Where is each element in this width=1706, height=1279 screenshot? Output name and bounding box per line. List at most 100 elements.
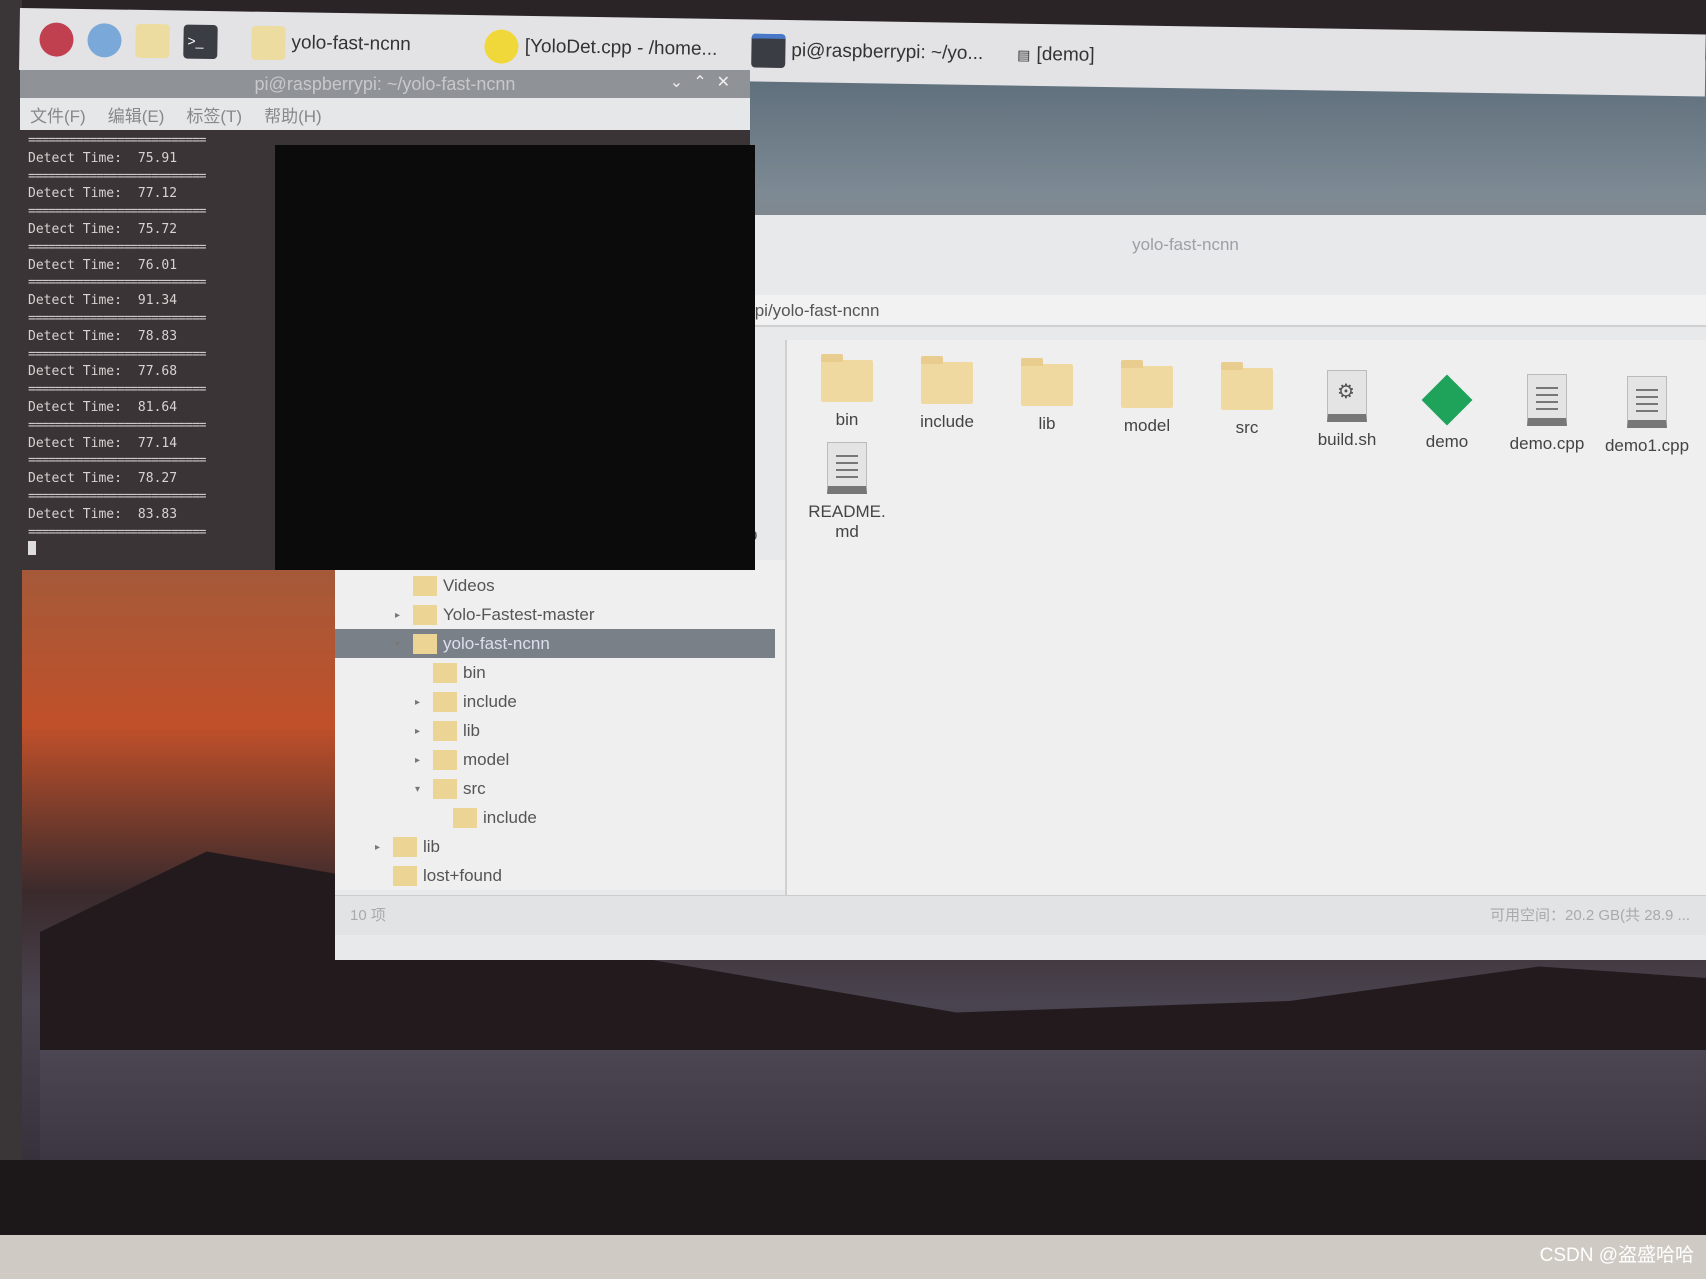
folder-icon bbox=[393, 837, 417, 857]
file-item[interactable]: include bbox=[897, 356, 997, 432]
folder-icon bbox=[1021, 358, 1073, 406]
task-geany[interactable]: [YoloDet.cpp - /home... bbox=[484, 29, 718, 67]
task-demo[interactable]: ▤ [demo] bbox=[1017, 44, 1095, 67]
folder-icon bbox=[821, 354, 873, 402]
watermark: CSDN @盗盛哈哈 bbox=[1539, 1245, 1694, 1266]
tree-label: yolo-fast-ncnn bbox=[443, 634, 550, 653]
folder-icon bbox=[413, 634, 437, 654]
detect-time-label: Detect Time: bbox=[28, 364, 122, 380]
file-item[interactable]: demo bbox=[1397, 372, 1497, 452]
task-label: [YoloDet.cpp - /home... bbox=[524, 35, 718, 60]
folder-icon bbox=[433, 692, 457, 712]
raspberry-menu-icon[interactable] bbox=[39, 22, 74, 57]
detect-time-label: Detect Time: bbox=[28, 471, 122, 487]
monitor-bezel bbox=[0, 0, 22, 1200]
terminal-cursor bbox=[28, 541, 36, 556]
tree-label: src bbox=[463, 779, 486, 798]
tree-item[interactable]: Videos bbox=[395, 572, 495, 600]
tree-item[interactable]: ▸ include bbox=[415, 688, 517, 716]
expander-icon[interactable]: ▸ bbox=[415, 697, 427, 708]
detect-time-label: Detect Time: bbox=[28, 435, 122, 451]
detect-time-value: 77.68 bbox=[137, 364, 178, 380]
task-terminal[interactable]: pi@raspberrypi: ~/yo... bbox=[751, 33, 983, 71]
detect-time-label: Detect Time: bbox=[28, 150, 122, 166]
detect-time-value: 78.27 bbox=[137, 471, 178, 487]
folder-icon bbox=[921, 356, 973, 404]
menu-help[interactable]: 帮助(H) bbox=[264, 102, 322, 127]
detect-time-value: 77.14 bbox=[137, 435, 178, 451]
status-free-space: 可用空间：20.2 GB(共 28.9 ... bbox=[1490, 907, 1691, 924]
tree-label: lib bbox=[463, 721, 481, 740]
expander-icon[interactable]: ▸ bbox=[395, 610, 407, 621]
folder-icon bbox=[1121, 360, 1173, 408]
desk bbox=[0, 1235, 1706, 1279]
tree-item[interactable]: ▾ src bbox=[415, 775, 486, 803]
detect-time-value: 77.12 bbox=[137, 186, 178, 202]
terminal-launcher-icon[interactable]: >_ bbox=[183, 24, 218, 60]
detect-time-label: Detect Time: bbox=[28, 399, 122, 415]
expander-icon[interactable]: ▸ bbox=[415, 755, 427, 766]
tree-item[interactable]: ▾ yolo-fast-ncnn bbox=[395, 630, 550, 658]
file-item[interactable]: demo.cpp bbox=[1497, 374, 1597, 454]
menu-file[interactable]: 文件(F) bbox=[30, 102, 86, 127]
browser-icon[interactable] bbox=[87, 23, 122, 58]
detect-time-label: Detect Time: bbox=[28, 293, 122, 309]
window-controls[interactable]: ⌄⌃✕ bbox=[670, 72, 740, 92]
tree-label: Yolo-Fastest-master bbox=[443, 605, 595, 624]
file-name: bin bbox=[835, 410, 859, 429]
file-name: demo1.cpp bbox=[1604, 436, 1690, 455]
text-file-icon bbox=[1527, 374, 1567, 426]
file-item[interactable]: demo1.cpp bbox=[1597, 376, 1697, 456]
path-bar[interactable]: /pi/yolo-fast-ncnn bbox=[745, 295, 1706, 327]
file-item[interactable]: ⚙ build.sh bbox=[1297, 370, 1397, 450]
detect-time-label: Detect Time: bbox=[28, 506, 122, 522]
folder-icon bbox=[393, 866, 417, 886]
tree-item[interactable]: ▸ model bbox=[415, 746, 509, 774]
file-item[interactable]: model bbox=[1097, 360, 1197, 436]
folder-icon bbox=[453, 808, 477, 828]
videos-folder-icon bbox=[413, 576, 437, 596]
file-name: demo bbox=[1425, 432, 1469, 451]
folder-icon bbox=[433, 663, 457, 683]
task-label: yolo-fast-ncnn bbox=[291, 32, 411, 56]
monitor-bezel-bottom bbox=[0, 1160, 1706, 1240]
expander-icon[interactable]: ▸ bbox=[415, 726, 427, 737]
detect-time-label: Detect Time: bbox=[28, 328, 122, 344]
directory-tree: Videos ▸ Yolo-Fastest-master ▾ yolo-fast-ncn… bbox=[335, 560, 785, 890]
file-name: model bbox=[1123, 416, 1171, 435]
file-name: build.sh bbox=[1317, 430, 1377, 449]
script-gear-icon: ⚙ bbox=[1327, 370, 1367, 422]
menu-edit[interactable]: 编辑(E) bbox=[108, 102, 165, 127]
file-item[interactable]: bin bbox=[797, 354, 897, 430]
tree-label: bin bbox=[463, 663, 486, 682]
detect-time-value: 76.01 bbox=[137, 257, 178, 273]
executable-icon bbox=[1421, 374, 1473, 426]
terminal-window: pi@raspberrypi: ~/yolo-fast-ncnn ⌄⌃✕ 文件(… bbox=[20, 70, 755, 570]
folder-icon bbox=[251, 25, 286, 61]
task-label: pi@raspberrypi: ~/yo... bbox=[791, 40, 984, 65]
file-item[interactable]: lib bbox=[997, 358, 1097, 434]
file-name: lib bbox=[1038, 414, 1056, 433]
expander-icon[interactable]: ▾ bbox=[395, 639, 407, 650]
tree-item[interactable]: ▸ lib bbox=[415, 717, 480, 745]
task-file-manager[interactable]: yolo-fast-ncnn bbox=[251, 25, 411, 62]
tree-item[interactable]: ▸ Yolo-Fastest-master bbox=[395, 601, 594, 629]
folder-icon bbox=[1221, 362, 1273, 410]
file-item[interactable]: src bbox=[1197, 362, 1297, 438]
tree-item[interactable]: lost+found bbox=[375, 862, 502, 890]
file-name: include bbox=[920, 412, 974, 431]
tree-item[interactable]: ▸ lib bbox=[375, 833, 440, 861]
folder-icon bbox=[433, 721, 457, 741]
tree-label: include bbox=[483, 808, 537, 827]
file-item[interactable]: README.md bbox=[797, 442, 897, 542]
detect-time-label: Detect Time: bbox=[28, 257, 122, 273]
file-manager-icon[interactable] bbox=[135, 23, 170, 59]
detect-time-value: 75.72 bbox=[137, 221, 178, 237]
tree-item[interactable]: bin bbox=[415, 659, 486, 687]
expander-icon[interactable]: ▸ bbox=[375, 842, 387, 853]
expander-icon[interactable]: ▾ bbox=[415, 784, 427, 795]
terminal-title: pi@raspberrypi: ~/yolo-fast-ncnn bbox=[20, 70, 750, 98]
tree-item[interactable]: include bbox=[435, 804, 537, 832]
menu-tabs[interactable]: 标签(T) bbox=[186, 102, 242, 127]
geany-icon bbox=[484, 29, 520, 64]
